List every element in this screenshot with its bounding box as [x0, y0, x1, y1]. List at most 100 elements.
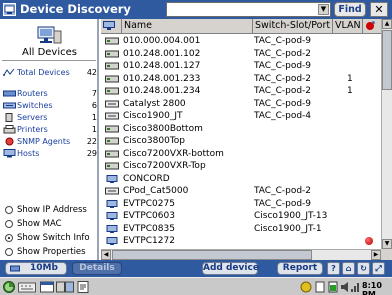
router-icon [105, 62, 119, 70]
sync-icon[interactable] [300, 281, 312, 293]
vertical-scrollbar[interactable]: ▲ ▼ [381, 19, 392, 249]
cell-switch-port: TAC_C-pod-9 [254, 98, 312, 109]
signal-icon[interactable] [351, 281, 361, 293]
category-snmp-agents[interactable]: SNMP Agents 22 [3, 137, 97, 147]
category-total-devices[interactable]: Total Devices 42 [3, 68, 97, 78]
category-label: Total Devices [17, 68, 70, 77]
cell-switch-port: TAC_C-pod-2 [254, 186, 312, 196]
find-button[interactable]: Find [334, 2, 366, 17]
scroll-corner [381, 249, 392, 260]
cell-vlan [347, 210, 361, 222]
cell-vlan [347, 148, 361, 160]
refresh-icon[interactable]: ↻ [357, 262, 370, 275]
speed-button[interactable]: 10Mb [5, 262, 67, 275]
battery-icon[interactable] [328, 281, 338, 293]
report-button[interactable]: Report [277, 262, 323, 275]
radio-button[interactable] [5, 248, 13, 256]
radio-button[interactable] [5, 206, 13, 214]
table-row[interactable]: CPod_Cat5000 TAC_C-pod-2 [101, 185, 381, 197]
table-row[interactable]: Cisco7200VXR-bottom [101, 148, 381, 160]
radio-button-selected[interactable] [5, 234, 13, 242]
window-icon[interactable] [40, 281, 54, 293]
table-row[interactable]: 010.248.001.234 TAC_C-pod-2 1 [101, 85, 381, 97]
snmp-agent-icon [5, 137, 14, 146]
table-row[interactable]: 010.000.004.001 TAC_C-pod-9 [101, 35, 381, 47]
option-label: Show MAC [17, 219, 62, 229]
window-title: Device Discovery [20, 2, 131, 16]
table-row[interactable]: 010.248.001.233 TAC_C-pod-2 1 [101, 73, 381, 85]
expand-icon[interactable]: ⤢ [372, 262, 385, 275]
cell-vlan [347, 110, 361, 122]
category-servers[interactable]: Servers 1 [3, 113, 97, 123]
table-row[interactable]: EVTPC0275 TAC_C-pod-9 [101, 198, 381, 210]
table-row[interactable]: EVTPC0835 Cisco1900_JT-1 [101, 223, 381, 235]
table-row[interactable]: 010.248.001.102 TAC_C-pod-2 [101, 48, 381, 60]
category-count: 42 [86, 68, 97, 77]
table-row[interactable]: 010.248.001.127 TAC_C-pod-9 [101, 60, 381, 72]
scroll-thumb[interactable] [382, 30, 392, 90]
all-devices-icon [37, 26, 62, 44]
keyboard-icon[interactable] [18, 281, 36, 293]
speed-label: 10Mb [30, 263, 58, 273]
all-devices-label[interactable]: All Devices [0, 47, 99, 58]
cell-switch-port: Cisco1900_JT-13 [254, 211, 328, 221]
close-button[interactable]: ✕ [370, 2, 388, 17]
router-icon [105, 150, 119, 157]
start-menu-icon[interactable] [3, 281, 15, 293]
cell-vlan [347, 98, 361, 110]
volume-icon[interactable] [340, 281, 350, 293]
cell-name: Cisco7200VXR-bottom [123, 148, 224, 159]
device-discovery-icon [3, 3, 16, 16]
clipboard-icon[interactable] [314, 281, 326, 293]
document-icon[interactable] [76, 281, 90, 293]
divider [2, 60, 96, 61]
scroll-down-icon[interactable]: ▼ [382, 239, 392, 249]
cell-name: Cisco3800Top [123, 136, 186, 146]
column-header-flag[interactable] [363, 19, 381, 34]
table-row[interactable]: CONCORD [101, 173, 381, 185]
table-row[interactable]: EVTPC1272 [101, 235, 381, 247]
help-icon[interactable]: ? [327, 262, 340, 275]
table-row[interactable]: Cisco7200VXR-Top [101, 160, 381, 172]
category-switches[interactable]: Switches 6 [3, 101, 97, 111]
alert-flag-icon [365, 237, 373, 245]
table-row[interactable]: Cisco3800Bottom [101, 123, 381, 135]
scroll-right-icon[interactable]: ▶ [371, 250, 381, 260]
category-hosts[interactable]: Hosts 29 [3, 149, 97, 159]
cell-switch-port: TAC_C-pod-4 [254, 111, 312, 121]
category-count: 29 [86, 149, 97, 158]
router-icon [105, 162, 119, 170]
cell-name: Catalyst 2800 [123, 98, 186, 109]
column-header-icon[interactable] [101, 19, 122, 34]
category-label: Servers [17, 113, 48, 122]
router-icon [3, 90, 16, 97]
cell-switch-port [254, 148, 332, 160]
horizontal-scrollbar[interactable]: ◀ ▶ [101, 249, 381, 260]
column-header-switch[interactable]: Switch-Slot/Port [253, 19, 333, 34]
category-count: 1 [91, 125, 97, 134]
system-taskbar: 8:10 PM [0, 277, 392, 295]
column-header-name[interactable]: Name [122, 19, 253, 34]
search-input[interactable]: ▼ [166, 2, 331, 17]
table-row[interactable]: Catalyst 2800 TAC_C-pod-9 [101, 98, 381, 110]
host-icon [106, 212, 118, 220]
chevron-down-icon[interactable]: ▼ [318, 4, 329, 15]
cell-name: CPod_Cat5000 [123, 186, 189, 196]
category-printers[interactable]: Printers 1 [3, 125, 97, 135]
scroll-thumb[interactable] [112, 250, 312, 260]
table-row[interactable]: Cisco3800Top [101, 135, 381, 147]
applications-icon[interactable] [56, 281, 74, 293]
radio-button[interactable] [5, 220, 13, 228]
router-icon [105, 87, 119, 95]
scroll-left-icon[interactable]: ◀ [101, 250, 111, 260]
category-label: SNMP Agents [17, 137, 71, 146]
scroll-up-icon[interactable]: ▲ [382, 19, 392, 29]
table-row[interactable]: EVTPC0603 Cisco1900_JT-13 [101, 210, 381, 222]
column-header-vlan[interactable]: VLAN [333, 19, 363, 34]
category-routers[interactable]: Routers 7 [3, 89, 97, 99]
details-button[interactable]: Details [72, 262, 122, 275]
cell-name: 010.000.004.001 [123, 36, 201, 46]
home-icon[interactable]: ⌂ [342, 262, 355, 275]
table-row[interactable]: Cisco1900_JT TAC_C-pod-4 [101, 110, 381, 122]
add-device-button[interactable]: Add device [202, 262, 259, 275]
